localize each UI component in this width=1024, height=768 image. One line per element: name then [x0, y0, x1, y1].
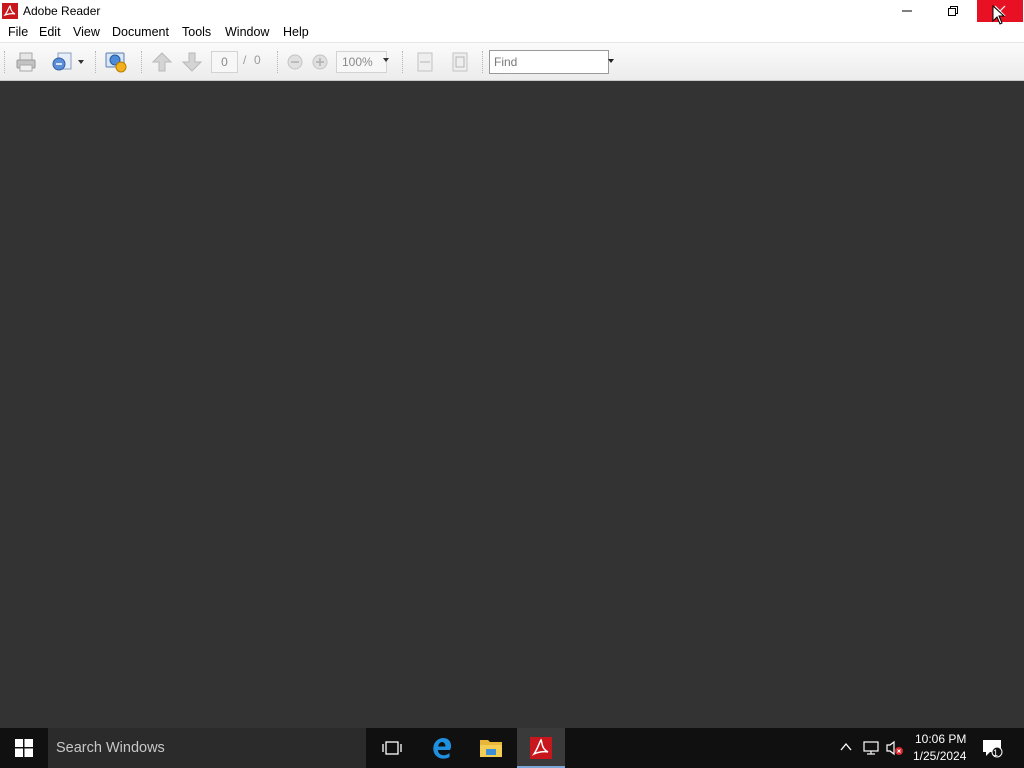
clock-time[interactable]: 10:06 PM [915, 732, 966, 746]
zoom-level-input[interactable]: 100% [336, 51, 387, 73]
edge-icon [433, 738, 452, 759]
page-number-input[interactable]: 0 [211, 51, 238, 73]
toolbar-grip[interactable] [4, 51, 7, 73]
menu-help[interactable]: Help [283, 25, 309, 39]
restore-icon [948, 6, 958, 16]
taskbar-search[interactable]: Search Windows [48, 728, 366, 768]
toolbar: 0 / 0 100% Find [0, 43, 1024, 81]
search-placeholder: Search Windows [56, 740, 165, 756]
mouse-cursor-icon [992, 5, 1005, 25]
menu-bar: File Edit View Document Tools Window Hel… [0, 22, 1024, 43]
action-center-icon[interactable] [981, 738, 1003, 758]
collaborate-icon[interactable] [104, 50, 128, 74]
taskbar-file-explorer[interactable] [467, 728, 515, 768]
file-explorer-icon [480, 740, 502, 757]
chevron-up-icon[interactable] [840, 740, 852, 754]
previous-page-icon[interactable] [150, 50, 174, 74]
minimize-icon [902, 10, 912, 12]
taskbar-edge[interactable] [418, 728, 466, 768]
task-view-icon [382, 741, 402, 755]
start-button[interactable] [0, 728, 48, 768]
menu-edit[interactable]: Edit [39, 25, 61, 39]
taskbar: Search Windows 10:06 PM 1/25/2024 1 [0, 728, 1024, 768]
title-bar: Adobe Reader [0, 0, 1024, 22]
toolbar-grip[interactable] [482, 51, 485, 73]
window-title: Adobe Reader [23, 4, 101, 18]
volume-muted-icon[interactable] [886, 740, 904, 756]
fit-width-icon[interactable] [413, 50, 437, 74]
menu-file[interactable]: File [8, 25, 28, 39]
print-icon[interactable] [14, 50, 38, 74]
task-view-button[interactable] [368, 728, 416, 768]
minimize-button[interactable] [884, 0, 930, 22]
adobe-reader-icon [530, 737, 552, 759]
share-icon[interactable] [50, 50, 74, 74]
toolbar-grip[interactable] [141, 51, 144, 73]
find-dropdown-arrow[interactable] [608, 59, 614, 63]
restore-button[interactable] [930, 0, 976, 22]
zoom-in-icon[interactable] [308, 50, 332, 74]
page-total: 0 [254, 53, 261, 67]
toolbar-grip[interactable] [402, 51, 405, 73]
toolbar-grip[interactable] [277, 51, 280, 73]
notification-count: 1 [993, 748, 999, 758]
page-separator: / [243, 53, 247, 67]
document-area[interactable] [0, 81, 1024, 728]
menu-window[interactable]: Window [225, 25, 269, 39]
fit-page-icon[interactable] [448, 50, 472, 74]
zoom-dropdown-arrow[interactable] [383, 58, 389, 62]
taskbar-adobe-reader[interactable] [517, 728, 565, 768]
toolbar-grip[interactable] [95, 51, 98, 73]
menu-view[interactable]: View [73, 25, 100, 39]
adobe-reader-icon [2, 3, 18, 19]
network-icon[interactable] [862, 740, 880, 756]
share-dropdown-arrow[interactable] [78, 60, 84, 64]
zoom-out-icon[interactable] [283, 50, 307, 74]
next-page-icon[interactable] [180, 50, 204, 74]
find-input[interactable]: Find [489, 50, 609, 74]
windows-logo-icon [15, 739, 33, 757]
clock-date[interactable]: 1/25/2024 [913, 749, 966, 763]
menu-tools[interactable]: Tools [182, 25, 211, 39]
menu-document[interactable]: Document [112, 25, 169, 39]
